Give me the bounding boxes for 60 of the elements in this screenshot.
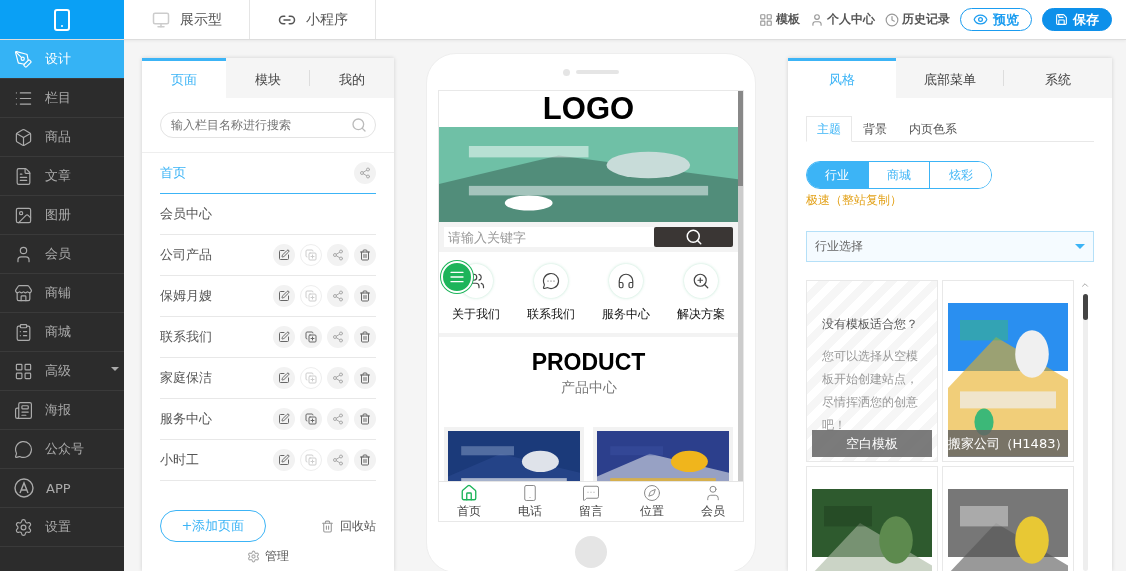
page-name: 公司产品 <box>160 246 213 264</box>
page-name: 会员中心 <box>160 205 213 223</box>
recycle-bin-link[interactable]: 回收站 <box>321 517 376 535</box>
page-row[interactable]: 服务中心 <box>160 399 376 440</box>
template-card[interactable]: 没有模板适合您？ 您可以选择从空模板开始创建站点，尽情挥洒您的创意吧！ 空白模板 <box>806 280 938 462</box>
section-subtitle: 产品中心 <box>560 379 617 397</box>
page-row[interactable]: 家庭保洁 <box>160 358 376 399</box>
sidebar-item[interactable]: 公众号 <box>0 430 124 469</box>
panel-tab[interactable]: 系统 <box>1004 58 1112 98</box>
quick-link-label[interactable]: 服务中心 <box>601 306 650 323</box>
panel-tab[interactable]: 底部菜单 <box>895 58 1004 98</box>
keyword-field[interactable]: 请输入关键字 <box>444 227 654 247</box>
bottom-nav-item[interactable]: 位置 <box>621 482 683 521</box>
page-name: 小时工 <box>160 451 200 469</box>
blank-template-heading: 没有模板适合您？ <box>822 316 919 333</box>
mode-tab[interactable]: 小程序 <box>250 0 376 39</box>
sidebar-item[interactable]: 栏目 <box>0 79 124 118</box>
sidebar-item[interactable]: APP <box>0 469 124 508</box>
manage-link[interactable]: 管理 <box>160 548 376 565</box>
top-link[interactable]: 历史记录 <box>885 11 950 28</box>
bottom-nav-item[interactable]: 会员 <box>682 482 743 521</box>
sidebar-item[interactable]: 商城 <box>0 313 124 352</box>
industry-select[interactable]: 行业选择 <box>806 231 1094 262</box>
panel-tab[interactable]: 我的 <box>310 58 394 98</box>
page-row[interactable]: 联系我们 <box>160 317 376 358</box>
template-card[interactable]: 搬家公司（H1483） <box>942 280 1074 462</box>
page-row[interactable]: 公司产品 <box>160 235 376 276</box>
search-input[interactable]: 输入栏目名称进行搜索 <box>169 117 351 133</box>
sidebar-item[interactable]: 设置 <box>0 508 124 547</box>
quick-link-label[interactable]: 联系我们 <box>527 306 576 323</box>
page-name: 家庭保洁 <box>160 369 213 387</box>
panel-tab[interactable]: 模块 <box>225 58 310 98</box>
sub-tab[interactable]: 内页色系 <box>898 116 968 142</box>
top-link[interactable]: 个人中心 <box>810 11 875 28</box>
page-name: 保姆月嫂 <box>160 287 213 305</box>
sidebar-item[interactable]: 图册 <box>0 196 124 235</box>
sub-tab[interactable]: 背景 <box>852 116 898 142</box>
page-row[interactable]: 小时工 <box>160 440 376 481</box>
bottom-nav-item[interactable]: 首页 <box>439 482 500 521</box>
page-name: 服务中心 <box>160 410 213 428</box>
quick-link-label[interactable]: 关于我们 <box>452 306 501 323</box>
page-name: 首页 <box>160 164 187 182</box>
sidebar-item[interactable]: 商品 <box>0 118 124 157</box>
sidebar-item[interactable]: 文章 <box>0 157 124 196</box>
sidebar-item[interactable]: 会员 <box>0 235 124 274</box>
quick-link-label[interactable]: 解决方案 <box>676 306 725 323</box>
sidebar-item[interactable]: 商铺 <box>0 274 124 313</box>
section-title: PRODUCT <box>531 349 646 376</box>
bottom-nav-item[interactable]: 电话 <box>499 482 561 521</box>
page-name: 联系我们 <box>160 328 213 346</box>
bottom-nav-item[interactable]: 留言 <box>560 482 622 521</box>
sidebar-item[interactable]: 高级 <box>0 352 124 391</box>
template-caption: 搬家公司（H1483） <box>948 430 1068 457</box>
mode-tab[interactable]: 展示型 <box>124 0 250 39</box>
page-row[interactable]: 会员中心 <box>160 194 376 235</box>
template-caption: 空白模板 <box>812 430 932 457</box>
page-row[interactable]: 保姆月嫂 <box>160 276 376 317</box>
logo-text: LOGO <box>439 91 738 127</box>
sidebar-item[interactable]: 海报 <box>0 391 124 430</box>
top-link[interactable]: 模板 <box>759 11 800 28</box>
